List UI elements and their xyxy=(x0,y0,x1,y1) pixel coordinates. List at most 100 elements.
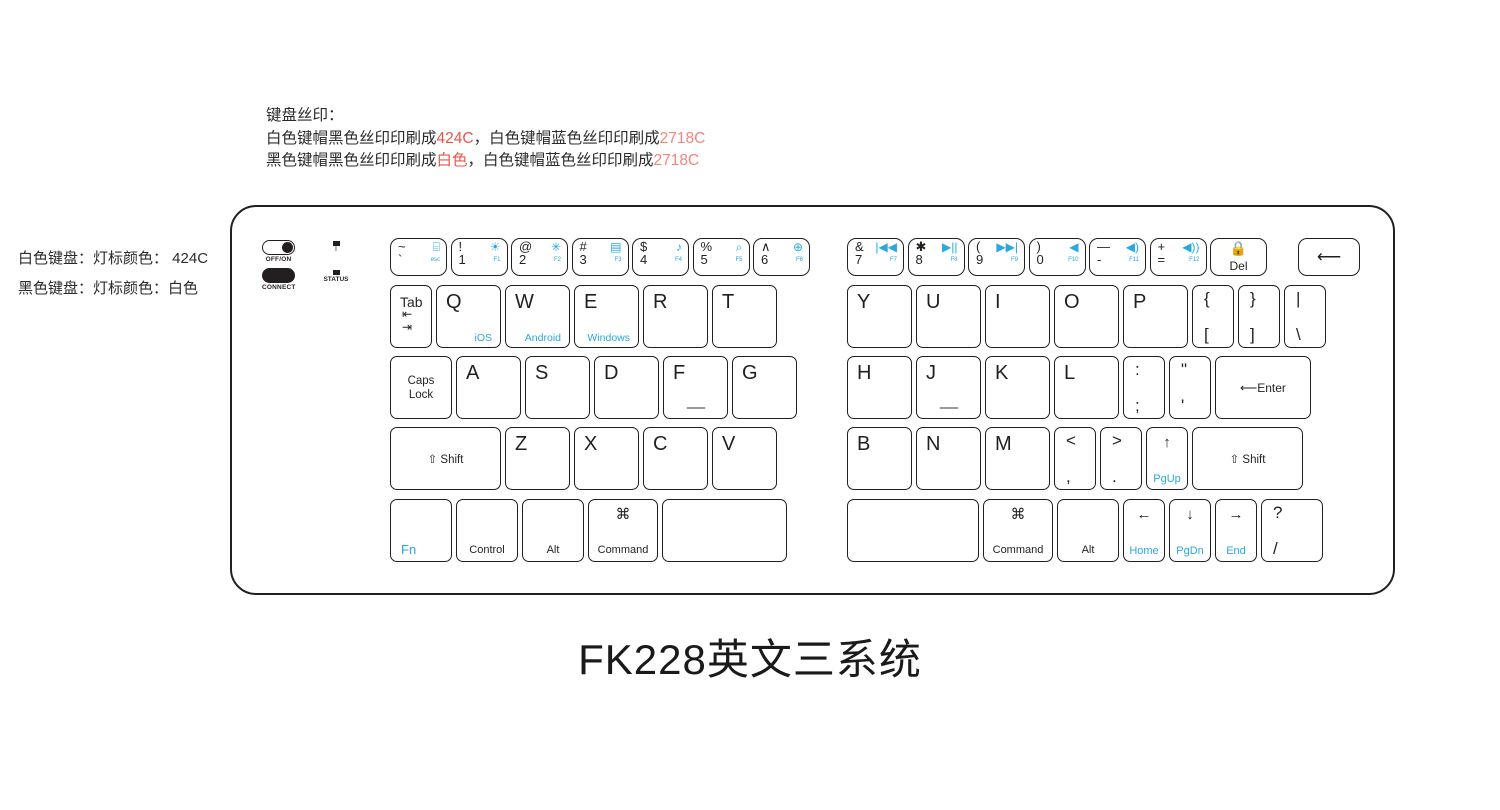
key-p[interactable]: P xyxy=(1123,285,1188,348)
key-key[interactable]: }] xyxy=(1238,285,1280,348)
key-undefined-undefined[interactable] xyxy=(847,499,979,562)
key-undefined-undefined[interactable]: ← Home xyxy=(1123,499,1165,562)
key-key[interactable]: :; xyxy=(1123,356,1165,419)
homing-bar xyxy=(939,406,958,409)
f8-icon: ▶|| xyxy=(942,240,958,254)
key-legend: P xyxy=(1133,291,1147,313)
key-legend: Alt xyxy=(1081,544,1095,556)
key-key[interactable]: ? / xyxy=(1261,499,1323,562)
key-key[interactable]: {[ xyxy=(1192,285,1234,348)
key-fn-9[interactable]: (9 ▶▶| F9 xyxy=(968,238,1025,276)
key-key[interactable]: <, xyxy=(1054,427,1096,490)
key-q[interactable]: QiOS xyxy=(436,285,501,348)
key-d[interactable]: D xyxy=(594,356,659,419)
key-os-label: Android xyxy=(524,332,561,344)
key-fn[interactable]: Fn xyxy=(390,499,452,562)
led-color-note: 白色键盘：灯标颜色： 424C 黑色键盘：灯标颜色：白色 xyxy=(18,244,208,304)
key-fn-2[interactable]: @2 ✳ F2 xyxy=(511,238,568,276)
key-w[interactable]: W Android xyxy=(505,285,570,348)
power-switch[interactable]: OFF/ON xyxy=(262,240,295,263)
key-c[interactable]: C xyxy=(643,427,708,490)
key-legend: F xyxy=(673,362,686,384)
tab-arrows-icon: ⇤ ⇥ xyxy=(402,307,413,334)
keyboard-controls: OFF/ON CONNECT I STATUS xyxy=(262,238,372,300)
key-legend-bottom: 5 xyxy=(700,252,708,267)
key-l[interactable]: L xyxy=(1054,356,1119,419)
key-u[interactable]: U xyxy=(916,285,981,348)
key-fn-6[interactable]: ∧ 6 ⊕ F6 xyxy=(753,238,810,276)
key-x[interactable]: X xyxy=(574,427,639,490)
connect-button-icon[interactable] xyxy=(262,268,295,283)
key-fkey-label: F12 xyxy=(1189,257,1200,263)
key-key[interactable]: >. xyxy=(1100,427,1142,490)
key-enter[interactable]: ⟵Enter xyxy=(1215,356,1311,419)
f9-icon: ▶▶| xyxy=(996,240,1018,254)
key-n[interactable]: N xyxy=(916,427,981,490)
f6-icon: ⊕ xyxy=(792,240,803,254)
key-tab[interactable]: Tab ⇤ ⇥ xyxy=(390,285,432,348)
lock-icon: 🔒 xyxy=(1229,240,1248,256)
f5-icon: ⌕ xyxy=(735,240,743,254)
key-caps-lock[interactable]: Caps Lock xyxy=(390,356,452,419)
key-fn-5[interactable]: % 5 ⌕ F5 xyxy=(692,238,750,276)
key-e[interactable]: E Windows xyxy=(574,285,639,348)
key-os-label: iOS xyxy=(474,332,492,344)
key-i[interactable]: I xyxy=(985,285,1050,348)
key-m[interactable]: M xyxy=(985,427,1050,490)
key-j[interactable]: J xyxy=(916,356,981,419)
key-v[interactable]: V xyxy=(712,427,777,490)
key-k[interactable]: K xyxy=(985,356,1050,419)
key-undefined-undefined[interactable]: ↑ PgUp xyxy=(1146,427,1188,490)
key-key[interactable]: | \ xyxy=(1284,285,1326,348)
homing-bar xyxy=(686,406,705,409)
key-fkey-label: F9 xyxy=(1010,257,1018,263)
key-fn-7[interactable]: & 7 |◀◀ F7 xyxy=(847,238,904,276)
key-f[interactable]: F xyxy=(663,356,728,419)
key-undefined-undefined[interactable] xyxy=(662,499,787,562)
key-alt[interactable]: Alt xyxy=(1057,499,1119,562)
key-undefined-undefined[interactable]: → End xyxy=(1215,499,1257,562)
key-legend-top: < xyxy=(1066,431,1076,450)
key-legend: A xyxy=(466,362,480,384)
key-t[interactable]: T xyxy=(712,285,777,348)
key-legend-top: ? xyxy=(1273,503,1283,522)
key-fn-0[interactable]: ) 0 ◀ F10 xyxy=(1028,238,1086,276)
key-fn-key[interactable]: + = ◀)) F12 xyxy=(1149,238,1207,276)
key-fn-3[interactable]: #3 ▤ F3 xyxy=(571,238,629,276)
key-y[interactable]: Y xyxy=(847,285,912,348)
key-shift[interactable]: ⇧ Shift xyxy=(1192,427,1303,490)
key-del[interactable]: 🔒 Del xyxy=(1210,238,1267,276)
key-s[interactable]: S xyxy=(525,356,590,419)
connect-button[interactable]: CONNECT xyxy=(262,268,296,291)
power-toggle-icon[interactable] xyxy=(262,240,295,255)
key-fn-4[interactable]: $4 ♪ F4 xyxy=(632,238,689,276)
key-undefined-undefined[interactable]: ↓ PgDn xyxy=(1169,499,1211,562)
key-backspace[interactable]: ⟵ xyxy=(1298,238,1360,276)
key-command[interactable]: ⌘ Command xyxy=(983,499,1053,562)
key-g[interactable]: G xyxy=(732,356,797,419)
key-fn-key[interactable]: ~ ` ⌸ esc xyxy=(390,238,447,276)
key-z[interactable]: Z xyxy=(505,427,570,490)
key-a[interactable]: A xyxy=(456,356,521,419)
key-fn-key[interactable]: — - ◀) F11 xyxy=(1089,238,1146,276)
key-legend: E xyxy=(584,291,598,313)
key-r[interactable]: R xyxy=(643,285,708,348)
key-legend-bottom: 8 xyxy=(915,252,923,267)
key-legend-top: { xyxy=(1204,289,1210,308)
key-del-label: Del xyxy=(1229,259,1248,273)
f12-icon: ◀)) xyxy=(1182,240,1200,254)
key-shift[interactable]: ⇧ Shift xyxy=(390,427,501,490)
key-alt[interactable]: Alt xyxy=(522,499,584,562)
key-command[interactable]: ⌘ Command xyxy=(588,499,658,562)
key-b[interactable]: B xyxy=(847,427,912,490)
key-fkey-label: F8 xyxy=(950,257,958,263)
key-legend-top: > xyxy=(1112,431,1122,450)
key-fn-8[interactable]: ✱ 8 ▶|| F8 xyxy=(907,238,965,276)
key-control[interactable]: Control xyxy=(456,499,518,562)
key-fn-1[interactable]: ! 1 ☀ F1 xyxy=(450,238,508,276)
key-h[interactable]: H xyxy=(847,356,912,419)
key-o[interactable]: O xyxy=(1054,285,1119,348)
key-key[interactable]: " ' xyxy=(1169,356,1211,419)
pgdn-arrow-icon: ↓ xyxy=(1186,506,1194,523)
key-legend-bottom: [ xyxy=(1204,325,1209,344)
